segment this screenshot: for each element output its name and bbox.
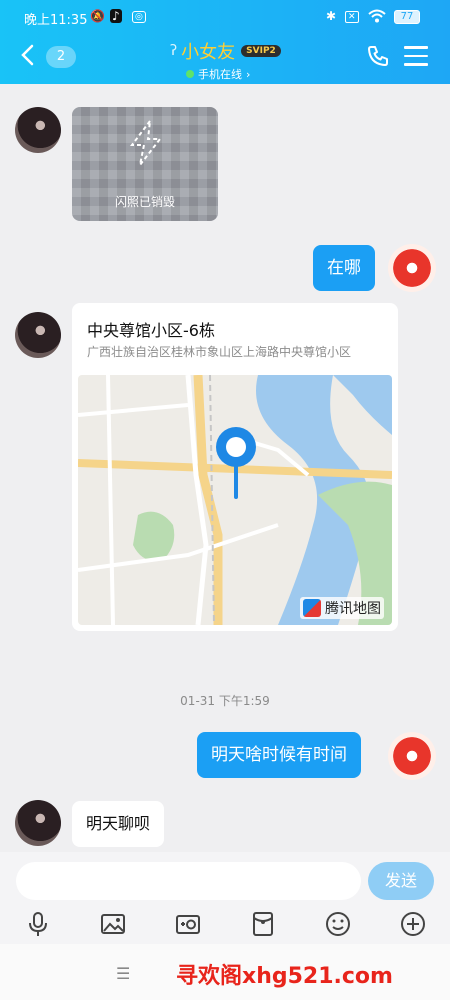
camera-icon[interactable] bbox=[174, 910, 202, 938]
wifi-icon bbox=[368, 9, 386, 26]
contact-name: 小女友 bbox=[181, 42, 236, 63]
contact-avatar[interactable] bbox=[15, 107, 61, 153]
message-timestamp: 01-31 下午1:59 bbox=[180, 694, 270, 708]
contact-title[interactable]: ʔ 小女友 SVIP2 手机在线 › bbox=[170, 38, 330, 82]
unread-badge[interactable]: 2 bbox=[46, 46, 76, 68]
chevron-right-icon: › bbox=[246, 67, 251, 81]
my-avatar[interactable] bbox=[388, 244, 436, 292]
app-icon: ◎ bbox=[132, 11, 146, 23]
back-button[interactable] bbox=[20, 44, 34, 72]
battery-indicator: 77 bbox=[394, 10, 420, 24]
ear-icon: ʔ bbox=[170, 43, 178, 59]
bluetooth-icon: ✱ bbox=[326, 9, 337, 23]
message-bubble-out[interactable]: 在哪 bbox=[313, 245, 375, 291]
location-name: 中央尊馆小区-6栋 bbox=[87, 321, 215, 340]
red-packet-icon[interactable] bbox=[249, 910, 277, 938]
watermark: 寻欢阁xhg521.com bbox=[176, 964, 393, 989]
mute-icon: 🔕 bbox=[90, 9, 105, 23]
svip-badge: SVIP2 bbox=[241, 45, 281, 57]
tencent-map-icon bbox=[303, 599, 321, 617]
online-status: 手机在线 bbox=[198, 68, 242, 81]
menu-button[interactable] bbox=[404, 46, 428, 66]
flash-photo-message[interactable]: 闪照已销毁 bbox=[72, 107, 218, 221]
message-bubble-in[interactable]: 明天聊呗 bbox=[72, 801, 165, 847]
message-bubble-out[interactable]: 明天啥时候有时间 bbox=[197, 732, 361, 778]
lightning-icon bbox=[130, 119, 163, 166]
microphone-icon[interactable] bbox=[24, 910, 52, 938]
my-avatar[interactable] bbox=[388, 732, 436, 780]
map-brand: 腾讯地图 bbox=[300, 597, 384, 619]
online-dot bbox=[186, 70, 194, 78]
message-input[interactable] bbox=[16, 862, 361, 900]
map-preview: 腾讯地图 bbox=[78, 375, 392, 625]
location-address: 广西壮族自治区桂林市象山区上海路中央尊馆小区 bbox=[87, 345, 352, 359]
system-nav-bar: ☰ 寻欢阁xhg521.com bbox=[0, 944, 450, 1000]
status-bar: 晚上11:35 🔕 ♪ ◎ ✱ ✕ 77 bbox=[0, 0, 450, 34]
emoji-icon[interactable] bbox=[324, 910, 352, 938]
nav-menu-icon[interactable]: ☰ bbox=[116, 964, 130, 983]
contact-avatar[interactable] bbox=[15, 800, 61, 846]
tiktok-icon: ♪ bbox=[110, 9, 122, 23]
chat-header: 晚上11:35 🔕 ♪ ◎ ✱ ✕ 77 2 ʔ 小女友 SVIP2 手机在线 … bbox=[0, 0, 450, 84]
contact-avatar[interactable] bbox=[15, 312, 61, 358]
location-card[interactable]: 中央尊馆小区-6栋 广西壮族自治区桂林市象山区上海路中央尊馆小区 腾讯地图 bbox=[72, 303, 398, 631]
phone-button[interactable] bbox=[366, 44, 390, 68]
plus-icon[interactable] bbox=[399, 910, 427, 938]
flash-photo-label: 闪照已销毁 bbox=[114, 195, 175, 209]
image-icon[interactable] bbox=[99, 910, 127, 938]
input-bar: 发送 bbox=[0, 852, 450, 944]
send-button[interactable]: 发送 bbox=[368, 862, 434, 900]
no-sim-icon: ✕ bbox=[345, 11, 359, 23]
status-time: 晚上11:35 bbox=[24, 13, 88, 28]
